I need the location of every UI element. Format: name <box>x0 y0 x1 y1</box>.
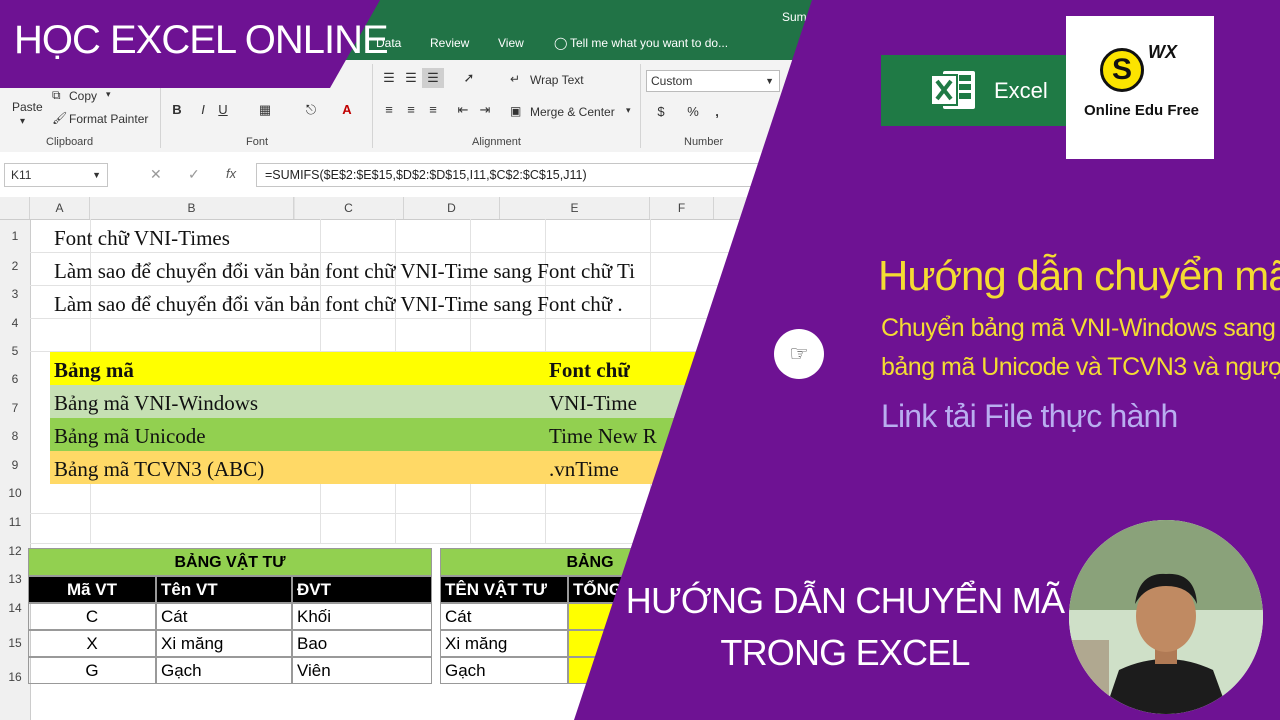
subheadline-line-2: bảng mã Unicode và TCVN3 và ngược lại <box>881 353 1280 381</box>
presenter-avatar <box>1069 520 1263 714</box>
video-caption-line-2: TRONG EXCEL <box>720 632 970 673</box>
excel-badge-label: Excel <box>994 78 1048 103</box>
download-link[interactable]: Link tải File thực hành <box>881 398 1178 435</box>
pointing-hand-icon[interactable]: ☞ <box>774 329 824 379</box>
subheadline-line-1: Chuyển bảng mã VNI-Windows sang <box>881 314 1276 342</box>
logo-wx-text: WX <box>1148 42 1177 62</box>
video-caption-line-1: HƯỚNG DẪN CHUYỂN MÃ <box>625 580 1065 621</box>
headline: Hướng dẫn chuyển mã <box>878 252 1280 299</box>
channel-logo <box>1066 16 1214 159</box>
excel-badge <box>881 55 1079 126</box>
channel-title: HỌC EXCEL ONLINE <box>14 18 389 62</box>
presenter-photo <box>1069 520 1263 714</box>
logo-caption: Online Edu Free <box>1084 102 1200 119</box>
excel-logo-icon <box>930 71 975 109</box>
logo-s-icon: S <box>1100 48 1144 92</box>
